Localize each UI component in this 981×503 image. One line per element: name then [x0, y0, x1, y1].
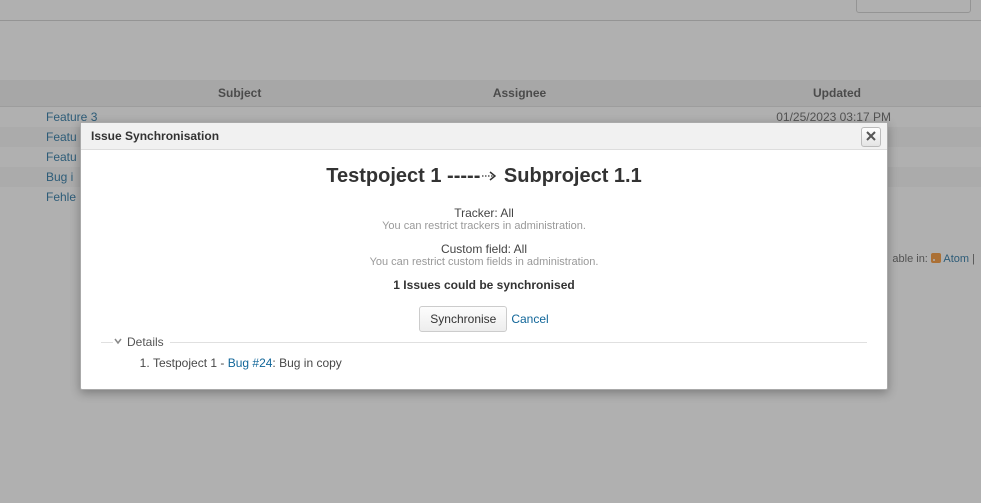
details-block: Details Testpoject 1 - Bug #24: Bug in c…	[101, 342, 867, 371]
arrow-right-icon	[482, 164, 496, 187]
count-line: 1 Issues could be synchronised	[101, 278, 867, 292]
details-toggle[interactable]: Details	[113, 335, 170, 349]
issue-ref-link[interactable]: Bug #24	[228, 356, 273, 370]
details-list: Testpoject 1 - Bug #24: Bug in copy	[113, 355, 867, 371]
synchronise-button[interactable]: Synchronise	[419, 306, 507, 332]
chevron-down-icon	[113, 335, 123, 349]
close-button[interactable]	[861, 127, 881, 147]
cf-line: Custom field: All	[101, 242, 867, 256]
cancel-link[interactable]: Cancel	[511, 312, 548, 326]
close-icon	[866, 130, 876, 144]
tracker-line: Tracker: All	[101, 206, 867, 220]
sync-dialog: Issue Synchronisation Testpoject 1 -----…	[80, 122, 888, 390]
cf-sub: You can restrict custom fields in admini…	[101, 256, 867, 268]
dialog-title: Issue Synchronisation	[81, 123, 887, 150]
sync-heading: Testpoject 1 ----- Subproject 1.1	[101, 164, 867, 188]
tracker-sub: You can restrict trackers in administrat…	[101, 220, 867, 232]
list-item: Testpoject 1 - Bug #24: Bug in copy	[153, 355, 867, 371]
